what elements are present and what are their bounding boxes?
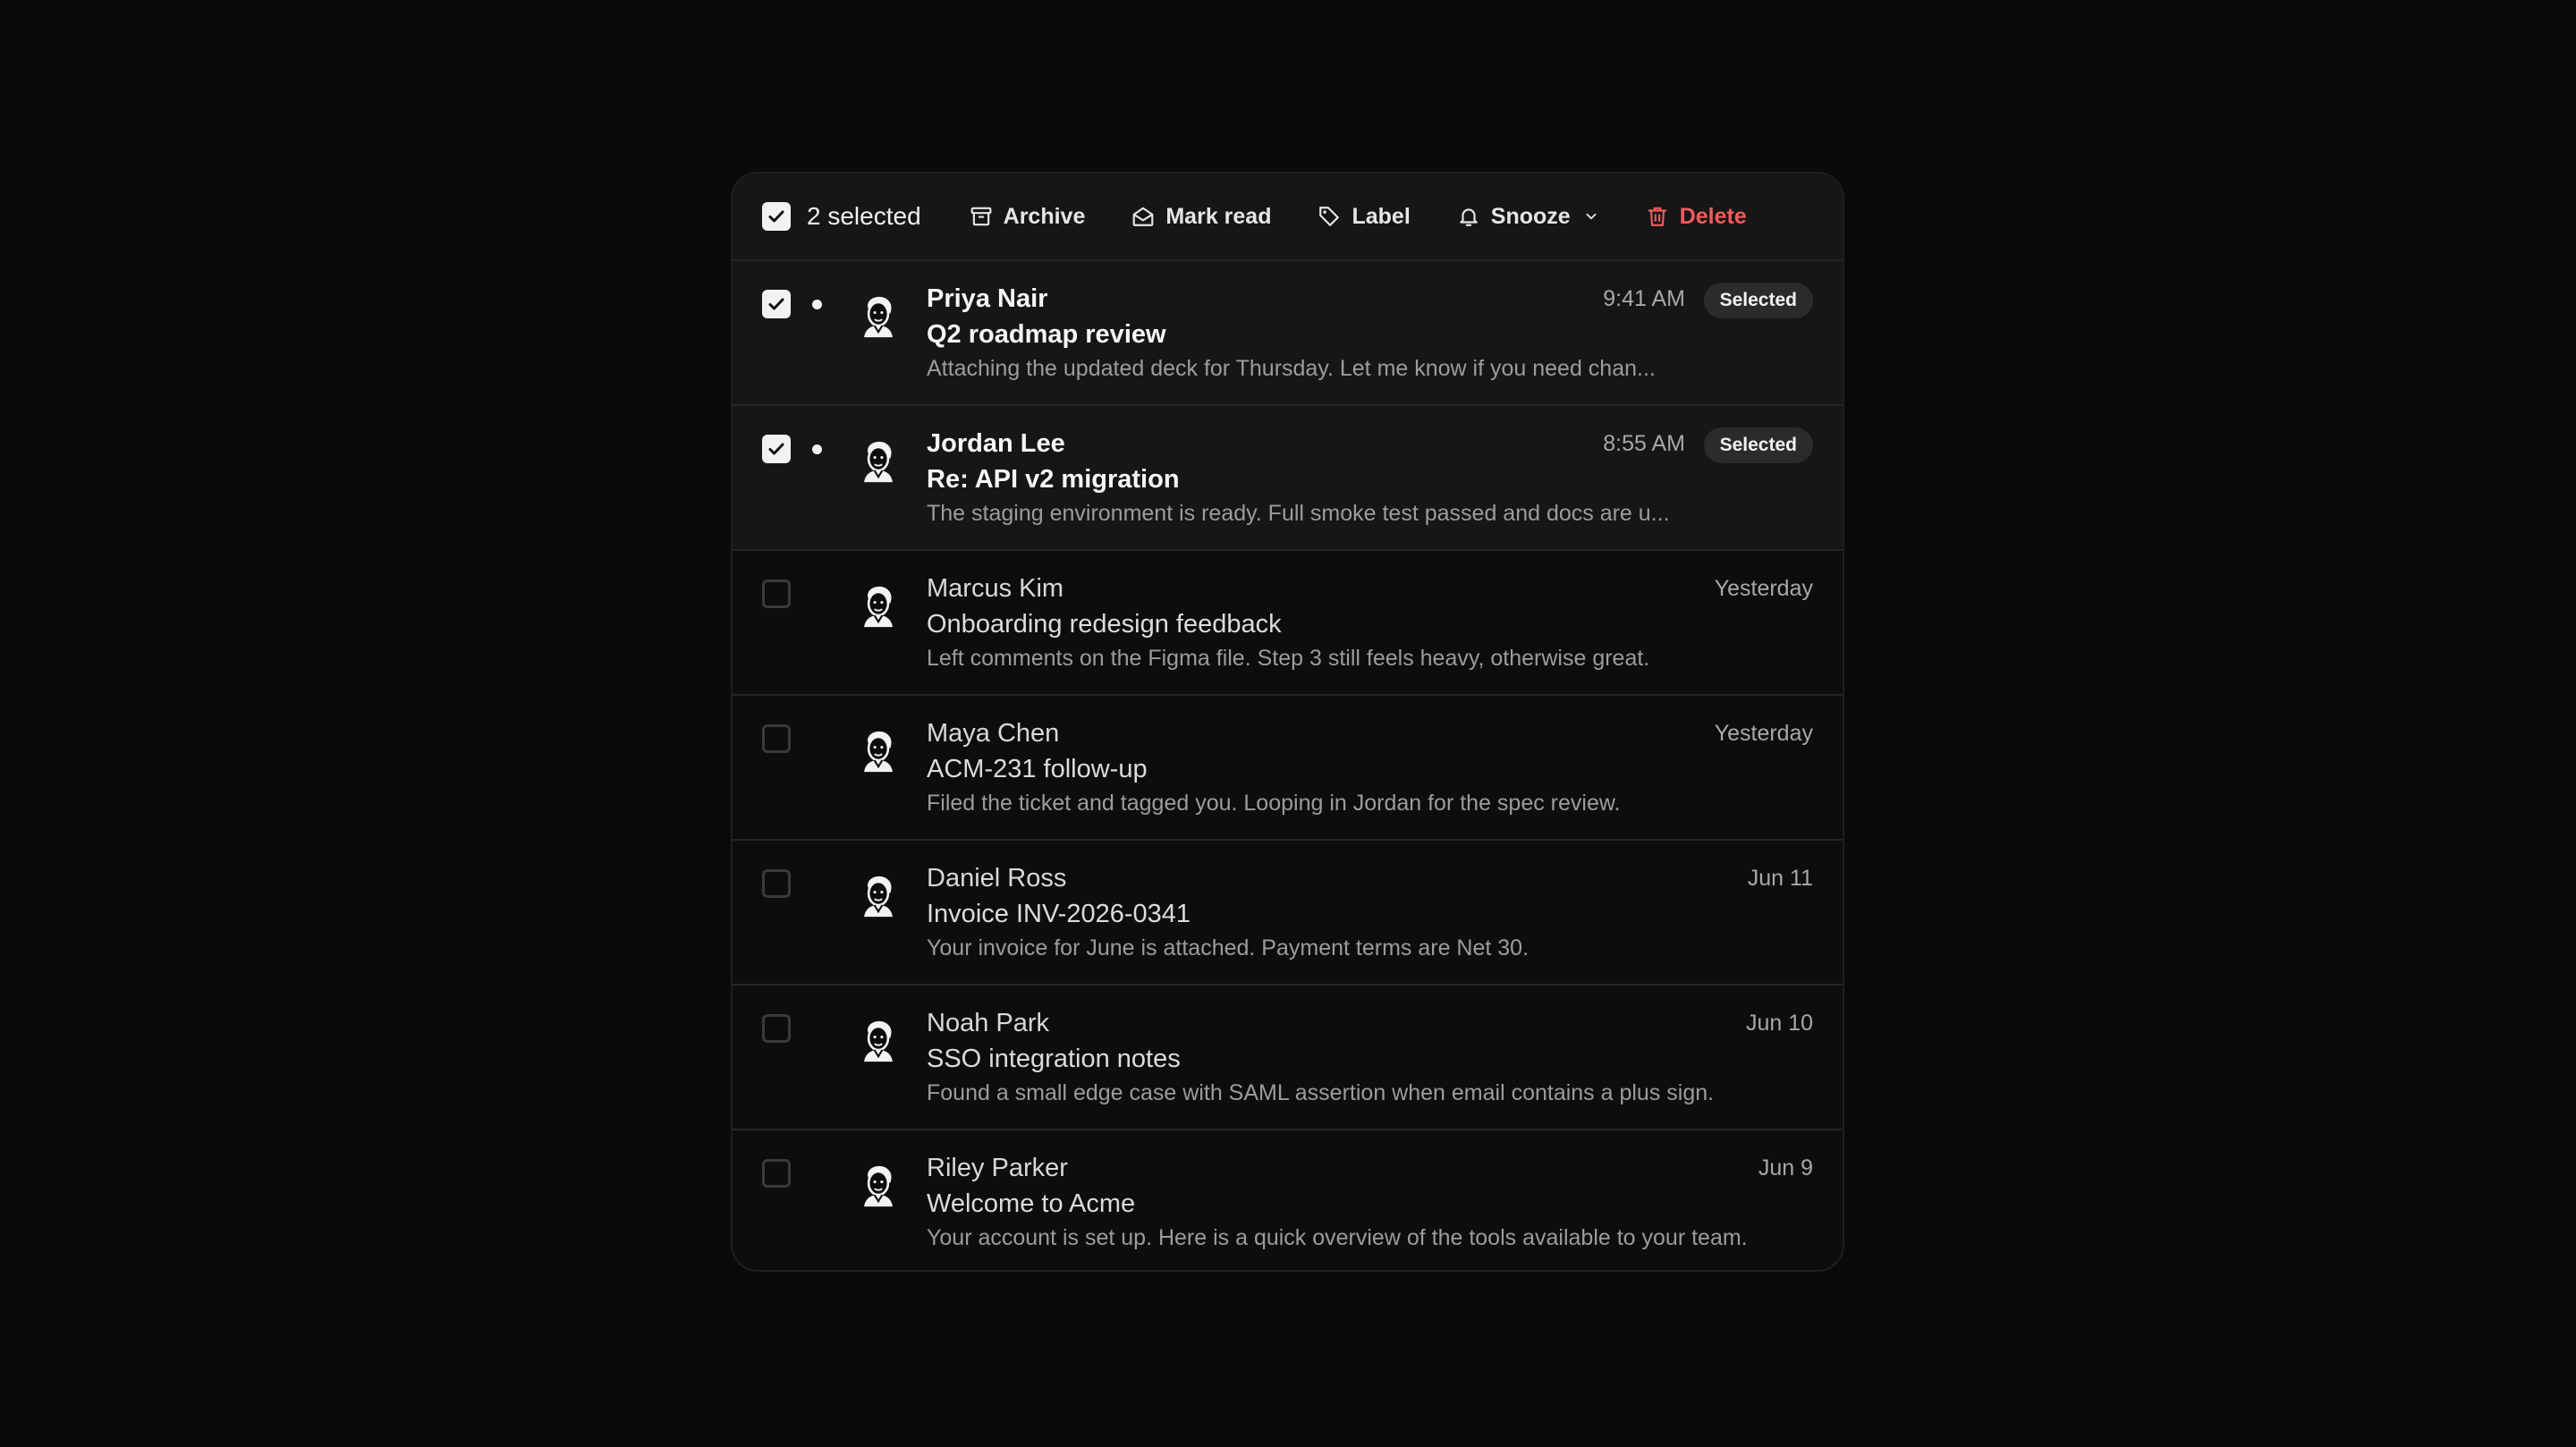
check-icon xyxy=(768,298,784,310)
avatar xyxy=(864,876,893,918)
email-row[interactable]: Priya Nair Q2 roadmap review Attaching t… xyxy=(733,261,1843,406)
label-button[interactable]: Label xyxy=(1318,203,1411,230)
email-preview: Found a small edge case with SAML assert… xyxy=(927,1080,1715,1105)
email-preview: Your account is set up. Here is a quick … xyxy=(927,1225,1748,1250)
email-preview: Your invoice for June is attached. Payme… xyxy=(927,935,1530,960)
email-preview: Attaching the updated deck for Thursday.… xyxy=(927,356,1656,381)
avatar xyxy=(864,1165,893,1207)
email-preview: Filed the ticket and tagged you. Looping… xyxy=(927,791,1621,816)
email-subject: Re: API v2 migration xyxy=(927,465,1180,494)
row-checkbox[interactable] xyxy=(762,869,791,898)
avatar xyxy=(864,731,893,773)
email-row[interactable]: Marcus Kim Onboarding redesign feedback … xyxy=(733,551,1843,696)
email-time: Jun 11 xyxy=(1747,866,1813,891)
delete-label: Delete xyxy=(1679,203,1747,229)
row-checkbox[interactable] xyxy=(762,1159,791,1188)
email-subject: Welcome to Acme xyxy=(927,1189,1136,1218)
sender-name: Jordan Lee xyxy=(927,429,1065,458)
sender-name: Priya Nair xyxy=(927,284,1048,313)
email-subject: Q2 roadmap review xyxy=(927,320,1166,349)
avatar xyxy=(864,441,893,483)
selected-count: 2 selected xyxy=(807,202,921,230)
row-checkbox[interactable] xyxy=(762,1014,791,1043)
email-time: 8:55 AM xyxy=(1603,431,1685,456)
select-all[interactable]: 2 selected xyxy=(762,202,921,231)
select-all-checkbox[interactable] xyxy=(762,202,791,231)
sender-name: Maya Chen xyxy=(927,719,1060,748)
mark-read-button[interactable]: Mark read xyxy=(1131,204,1271,230)
mark-read-label: Mark read xyxy=(1165,203,1272,229)
label-label: Label xyxy=(1352,203,1411,229)
email-row[interactable]: Jordan Lee Re: API v2 migration The stag… xyxy=(733,406,1843,551)
unread-dot xyxy=(812,444,822,454)
row-checkbox[interactable] xyxy=(762,724,791,753)
email-preview: Left comments on the Figma file. Step 3 … xyxy=(927,646,1650,671)
email-list: Priya Nair Q2 roadmap review Attaching t… xyxy=(733,261,1843,1270)
archive-icon xyxy=(970,207,992,226)
avatar xyxy=(864,586,893,628)
email-time: 9:41 AM xyxy=(1603,286,1685,311)
row-checkbox[interactable] xyxy=(762,435,791,463)
avatar xyxy=(864,1020,893,1062)
email-time: Yesterday xyxy=(1714,721,1813,746)
sender-name: Marcus Kim xyxy=(927,574,1064,603)
email-row[interactable]: Noah Park SSO integration notes Found a … xyxy=(733,986,1843,1130)
row-checkbox[interactable] xyxy=(762,580,791,608)
email-list-card: 2 selected Archive Mark read Label Snooz… xyxy=(731,172,1844,1272)
archive-label: Archive xyxy=(1003,203,1086,229)
chevron-down-icon xyxy=(1586,213,1597,220)
email-time: Yesterday xyxy=(1714,576,1813,601)
email-subject: Onboarding redesign feedback xyxy=(927,610,1282,639)
sender-name: Riley Parker xyxy=(927,1154,1068,1182)
email-row[interactable]: Daniel Ross Invoice INV-2026-0341 Your i… xyxy=(733,841,1843,986)
bulk-action-toolbar: 2 selected Archive Mark read Label Snooz… xyxy=(733,173,1843,261)
row-checkbox[interactable] xyxy=(762,290,791,318)
email-preview: The staging environment is ready. Full s… xyxy=(927,501,1670,526)
sender-name: Daniel Ross xyxy=(927,864,1067,893)
selected-badge: Selected xyxy=(1703,427,1813,463)
snooze-label: Snooze xyxy=(1490,203,1571,229)
check-icon xyxy=(768,210,784,223)
trash-icon xyxy=(1648,207,1666,226)
selected-badge: Selected xyxy=(1703,283,1813,318)
email-row[interactable]: Riley Parker Welcome to Acme Your accoun… xyxy=(733,1130,1843,1270)
archive-button[interactable]: Archive xyxy=(970,203,1086,230)
delete-button[interactable]: Delete xyxy=(1646,204,1747,230)
email-subject: ACM-231 follow-up xyxy=(927,755,1148,783)
bell-icon xyxy=(1460,208,1478,226)
sender-name: Noah Park xyxy=(927,1009,1050,1037)
email-subject: Invoice INV-2026-0341 xyxy=(927,900,1191,928)
email-time: Jun 9 xyxy=(1758,1155,1813,1180)
email-row[interactable]: Maya Chen ACM-231 follow-up Filed the ti… xyxy=(733,696,1843,841)
unread-dot xyxy=(812,300,822,309)
email-time: Jun 10 xyxy=(1745,1011,1813,1036)
avatar xyxy=(864,296,893,338)
check-icon xyxy=(768,443,784,455)
tag-icon xyxy=(1319,207,1340,226)
envelope-open-icon xyxy=(1132,207,1154,226)
email-subject: SSO integration notes xyxy=(927,1045,1181,1073)
snooze-dropdown[interactable]: Snooze xyxy=(1457,204,1599,230)
